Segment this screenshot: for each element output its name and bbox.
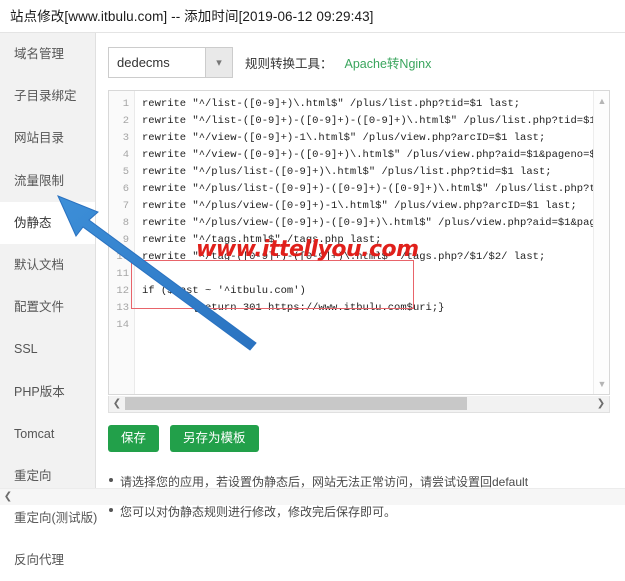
- sidebar-item-6[interactable]: 配置文件: [0, 286, 95, 328]
- sidebar-item-label: Tomcat: [14, 426, 55, 441]
- code-line: rewrite "^/tag-([0-9]+)-([0-9]+)\.html$"…: [142, 251, 546, 263]
- sidebar-nav: 域名管理子目录绑定网站目录流量限制伪静态默认文档配置文件 SSL PHP版本 Tomc…: [0, 33, 97, 567]
- line-number: 8: [122, 217, 129, 229]
- line-number: 12: [116, 285, 129, 297]
- sidebar-item-5[interactable]: 默认文档: [0, 244, 95, 286]
- window-title-bar: 站点修改[www.itbulu.com] -- 添加时间[2019-06-12 …: [0, 0, 625, 33]
- action-buttons: 保存 另存为模板: [108, 425, 259, 452]
- line-number: 10: [116, 251, 129, 263]
- application-select[interactable]: dedecms ▾: [108, 47, 233, 78]
- code-line: rewrite "^/view-([0-9]+)-([0-9]+)\.html$…: [142, 149, 609, 161]
- sidebar-item-label: SSL: [14, 342, 38, 357]
- code-line: rewrite "^/list-([0-9]+)\.html$" /plus/l…: [142, 98, 521, 110]
- line-number: 4: [122, 149, 129, 161]
- sidebar-item-2[interactable]: 网站目录: [0, 117, 95, 159]
- editor-code-area[interactable]: rewrite "^/list-([0-9]+)\.html$" /plus/l…: [136, 91, 609, 394]
- code-line: {return 301 https://www.itbulu.com$uri;}: [142, 302, 445, 314]
- code-line: rewrite "^/plus/list-([0-9]+)\.html$" /p…: [142, 166, 552, 178]
- line-number: 1: [122, 98, 129, 110]
- sidebar-item-3[interactable]: 流量限制: [0, 160, 95, 202]
- sidebar-item-7[interactable]: SSL: [0, 328, 95, 370]
- chevron-down-icon[interactable]: ▾: [205, 48, 232, 77]
- chevron-left-icon[interactable]: ❮: [0, 489, 16, 504]
- sidebar-item-9[interactable]: Tomcat: [0, 413, 95, 455]
- main-panel: dedecms ▾ 规则转换工具： Apache转Nginx 123456789…: [97, 33, 625, 519]
- content-shell: 域名管理子目录绑定网站目录流量限制伪静态默认文档配置文件 SSL PHP版本 Tomc…: [0, 33, 625, 567]
- code-line: if ($host ~ '^itbulu.com'): [142, 285, 306, 297]
- code-line: rewrite "^/plus/view-([0-9]+)-([0-9]+)\.…: [142, 217, 609, 229]
- sidebar-item-label: 域名管理: [14, 47, 65, 61]
- line-number: 7: [122, 200, 129, 212]
- code-line: rewrite "^/view-([0-9]+)-1\.html$" /plus…: [142, 132, 546, 144]
- sidebar-item-label: 配置文件: [14, 300, 65, 315]
- line-number: 6: [122, 183, 129, 195]
- chevron-right-icon[interactable]: ❯: [593, 396, 609, 411]
- editor-hscroll-thumb[interactable]: [125, 397, 467, 410]
- line-number: 13: [116, 302, 129, 314]
- converter-label: 规则转换工具：: [245, 57, 333, 71]
- line-number: 14: [116, 319, 129, 331]
- code-line: rewrite "^/plus/list-([0-9]+)-([0-9]+)-(…: [142, 183, 609, 195]
- sidebar-item-12[interactable]: 反向代理: [0, 539, 95, 581]
- sidebar-item-4[interactable]: 伪静态: [0, 201, 95, 244]
- line-number: 9: [122, 234, 129, 246]
- save-as-template-button[interactable]: 另存为模板: [170, 425, 259, 452]
- code-line: rewrite "^/tags.html$" /tags.php last;: [142, 234, 382, 246]
- sidebar-item-0[interactable]: 域名管理: [0, 33, 95, 75]
- editor-toolbar: dedecms ▾ 规则转换工具： Apache转Nginx: [108, 47, 431, 78]
- line-number: 3: [122, 132, 129, 144]
- sidebar-item-1[interactable]: 子目录绑定: [0, 75, 95, 117]
- page-horizontal-scrollbar[interactable]: ❮: [0, 488, 625, 505]
- hint-text: 您可以对伪静态规则进行修改，修改完后保存即可。: [108, 503, 608, 520]
- line-number: 5: [122, 166, 129, 178]
- chevron-left-icon[interactable]: ❮: [109, 396, 125, 411]
- chevron-up-icon[interactable]: ▲: [594, 93, 609, 109]
- apache-to-nginx-link[interactable]: Apache转Nginx: [345, 53, 432, 72]
- sidebar-item-label: 伪静态: [14, 215, 52, 230]
- rewrite-rules-editor[interactable]: 1 2 3 4 5 6 7 8 9 10 11 12 13 14 rewrite "^/list-([0-…: [108, 90, 610, 395]
- editor-vertical-scrollbar[interactable]: ▲ ▼: [593, 91, 609, 394]
- sidebar-item-label: 默认文档: [14, 257, 65, 272]
- sidebar-item-label: 子目录绑定: [14, 89, 77, 104]
- sidebar-item-label: 重定向(测试版): [14, 511, 98, 526]
- code-line: rewrite "^/list-([0-9]+)-([0-9]+)-([0-9]…: [142, 115, 609, 127]
- page-title: 站点修改[www.itbulu.com] -- 添加时间[2019-06-12 …: [10, 9, 374, 24]
- sidebar-item-label: 反向代理: [14, 553, 65, 568]
- sidebar-item-8[interactable]: PHP版本: [0, 371, 95, 413]
- application-select-value: dedecms: [117, 55, 170, 70]
- code-line: rewrite "^/plus/view-([0-9]+)-1\.html$" …: [142, 200, 577, 212]
- sidebar-item-label: 网站目录: [14, 131, 65, 146]
- line-number: 2: [122, 115, 129, 127]
- save-button[interactable]: 保存: [108, 425, 160, 452]
- sidebar-item-label: 流量限制: [14, 173, 65, 188]
- editor-line-number-gutter: 1 2 3 4 5 6 7 8 9 10 11 12 13 14: [109, 91, 135, 394]
- line-number: 11: [116, 268, 129, 280]
- sidebar-item-label: 重定向: [14, 468, 52, 483]
- sidebar-item-label: PHP版本: [14, 384, 65, 399]
- chevron-down-icon[interactable]: ▼: [594, 376, 609, 392]
- editor-horizontal-scrollbar[interactable]: ❮ ❯: [108, 396, 610, 413]
